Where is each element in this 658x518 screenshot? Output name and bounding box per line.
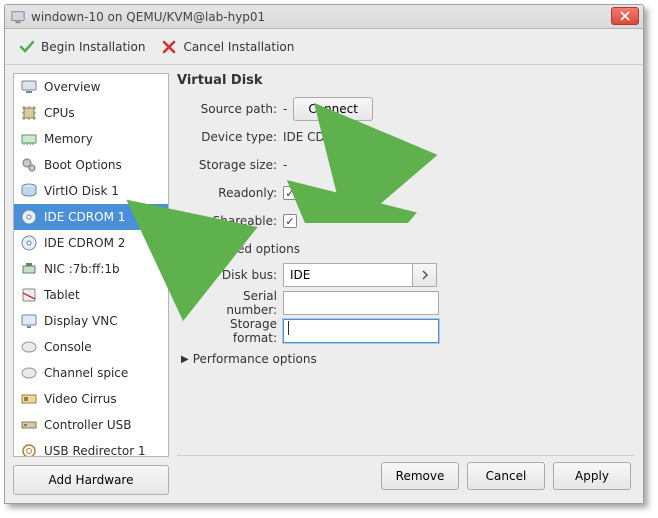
sidebar-item-label: Tablet (44, 288, 80, 302)
apply-button[interactable]: Apply (553, 462, 631, 490)
disk-bus-dropdown-button[interactable] (413, 263, 437, 287)
sidebar-item-label: Memory (44, 132, 93, 146)
performance-options-expander[interactable]: ▶ Performance options (181, 352, 635, 366)
sidebar-item-label: VirtIO Disk 1 (44, 184, 119, 198)
storage-size-value: - (283, 158, 287, 172)
toolbar: Begin Installation Cancel Installation (5, 29, 643, 65)
advanced-label: Advanced options (193, 242, 300, 256)
usb-icon (20, 416, 38, 434)
storage-size-label: Storage size: (177, 158, 277, 172)
sidebar-item-overview[interactable]: Overview (14, 74, 168, 100)
sidebar-item-cpus[interactable]: CPUs (14, 100, 168, 126)
begin-label: Begin Installation (41, 40, 145, 54)
performance-label: Performance options (193, 352, 317, 366)
footer: Remove Cancel Apply (177, 455, 635, 495)
console-icon (20, 338, 38, 356)
readonly-label: Readonly: (177, 186, 277, 200)
advanced-options-expander[interactable]: ▼ Advanced options (181, 242, 635, 256)
sidebar-item-nic-7b-ff-1b[interactable]: NIC :7b:ff:1b (14, 256, 168, 282)
serial-number-label: Serial number: (189, 289, 277, 317)
close-button[interactable] (611, 7, 639, 25)
readonly-checkbox[interactable] (283, 186, 297, 200)
check-icon (19, 39, 35, 55)
cdrom-icon (20, 208, 38, 226)
sidebar-item-memory[interactable]: Memory (14, 126, 168, 152)
sidebar-item-tablet[interactable]: Tablet (14, 282, 168, 308)
display-icon (20, 312, 38, 330)
cdrom-icon (20, 234, 38, 252)
sidebar-item-console[interactable]: Console (14, 334, 168, 360)
sidebar-list[interactable]: Overview CPUs Memory Boot Options VirtIO Dis… (13, 73, 169, 457)
disk-bus-label: Disk bus: (189, 268, 277, 282)
shareable-checkbox[interactable] (283, 214, 297, 228)
disk-bus-value: IDE (283, 263, 413, 287)
memory-icon (20, 130, 38, 148)
cancel-installation-button[interactable]: Cancel Installation (161, 39, 294, 55)
sidebar-item-label: USB Redirector 1 (44, 444, 146, 457)
chevron-right-icon: ▶ (181, 354, 189, 365)
sidebar-item-boot-options[interactable]: Boot Options (14, 152, 168, 178)
disk-bus-combo[interactable]: IDE (283, 263, 437, 287)
sidebar-item-label: Overview (44, 80, 101, 94)
sidebar-item-label: Display VNC (44, 314, 118, 328)
sidebar-item-usb-redirector-1[interactable]: USB Redirector 1 (14, 438, 168, 457)
chevron-right-icon (421, 270, 429, 280)
storage-format-input[interactable] (283, 319, 439, 343)
source-path-value: - (283, 102, 287, 116)
sidebar-item-label: Console (44, 340, 92, 354)
close-icon (620, 11, 630, 21)
sidebar-item-ide-cdrom-1[interactable]: IDE CDROM 1 (14, 204, 168, 230)
connect-button[interactable]: Connect (293, 97, 373, 121)
details-panel: Virtual Disk Source path: - Connect Devi… (177, 73, 635, 495)
add-hardware-button[interactable]: Add Hardware (13, 465, 169, 495)
cancel-icon (161, 39, 177, 55)
sidebar-item-label: Controller USB (44, 418, 131, 432)
cpu-icon (20, 104, 38, 122)
monitor-icon (20, 78, 38, 96)
device-type-value: IDE CDROM 1 (283, 130, 364, 144)
device-type-label: Device type: (177, 130, 277, 144)
titlebar: windown-10 on QEMU/KVM@lab-hyp01 (5, 5, 643, 29)
source-path-label: Source path: (177, 102, 277, 116)
storage-format-label: Storage format: (189, 317, 277, 345)
disk-icon (20, 182, 38, 200)
sidebar-item-video-cirrus[interactable]: Video Cirrus (14, 386, 168, 412)
usb-redir-icon (20, 442, 38, 457)
app-icon (11, 10, 25, 24)
vm-details-window: windown-10 on QEMU/KVM@lab-hyp01 Begin I… (4, 4, 644, 504)
sidebar-item-controller-usb[interactable]: Controller USB (14, 412, 168, 438)
shareable-label: Shareable: (177, 214, 277, 228)
console-icon (20, 364, 38, 382)
sidebar-item-label: Video Cirrus (44, 392, 117, 406)
sidebar-item-label: Channel spice (44, 366, 128, 380)
gears-icon (20, 156, 38, 174)
chevron-down-icon: ▼ (181, 244, 189, 255)
tablet-icon (20, 286, 38, 304)
sidebar-item-label: Boot Options (44, 158, 122, 172)
sidebar-item-channel-spice[interactable]: Channel spice (14, 360, 168, 386)
sidebar-item-virtio-disk-1[interactable]: VirtIO Disk 1 (14, 178, 168, 204)
sidebar-item-label: NIC :7b:ff:1b (44, 262, 120, 276)
sidebar-item-label: IDE CDROM 1 (44, 210, 125, 224)
window-title: windown-10 on QEMU/KVM@lab-hyp01 (31, 10, 265, 24)
nic-icon (20, 260, 38, 278)
serial-number-input[interactable] (283, 291, 439, 315)
sidebar-item-label: IDE CDROM 2 (44, 236, 125, 250)
cancel-label: Cancel Installation (183, 40, 294, 54)
sidebar-item-ide-cdrom-2[interactable]: IDE CDROM 2 (14, 230, 168, 256)
remove-button[interactable]: Remove (381, 462, 459, 490)
cancel-button[interactable]: Cancel (467, 462, 545, 490)
sidebar-item-label: CPUs (44, 106, 75, 120)
sidebar: Overview CPUs Memory Boot Options VirtIO Dis… (13, 73, 169, 495)
section-title: Virtual Disk (177, 73, 635, 88)
video-icon (20, 390, 38, 408)
begin-installation-button[interactable]: Begin Installation (19, 39, 145, 55)
sidebar-item-display-vnc[interactable]: Display VNC (14, 308, 168, 334)
